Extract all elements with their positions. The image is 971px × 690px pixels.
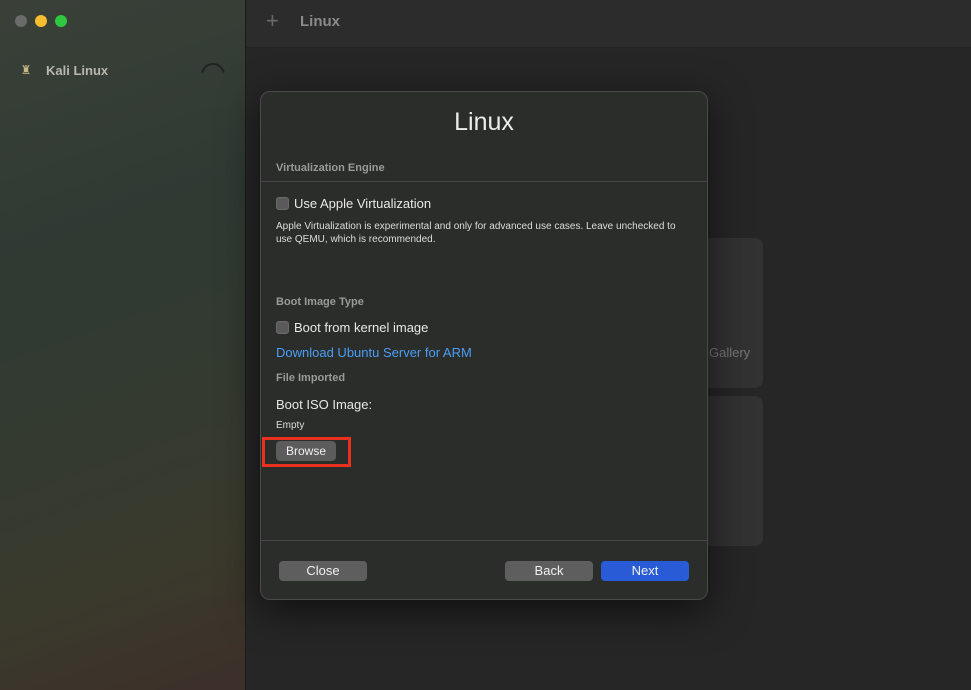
section-divider — [261, 181, 707, 182]
sidebar-item-label: Kali Linux — [46, 62, 109, 78]
virtualization-section-label: Virtualization Engine — [276, 162, 385, 174]
kernel-image-checkbox-row[interactable]: Boot from kernel image — [276, 320, 428, 335]
next-button[interactable]: Next — [601, 561, 689, 581]
sidebar-item-kali-linux[interactable]: ♜ Kali Linux — [18, 62, 109, 78]
boot-iso-title: Boot ISO Image: — [276, 397, 373, 412]
browse-button[interactable]: Browse — [276, 441, 336, 461]
boot-iso-value: Empty — [276, 420, 305, 431]
virtualization-help-text: Apple Virtualization is experimental and… — [276, 221, 676, 245]
kali-icon: ♜ — [20, 63, 32, 77]
apple-virtualization-checkbox[interactable] — [276, 197, 289, 210]
play-icon[interactable] — [201, 63, 225, 73]
minimize-window-button[interactable] — [35, 15, 47, 27]
close-window-button[interactable] — [15, 15, 27, 27]
apple-virtualization-label[interactable]: Use Apple Virtualization — [294, 196, 431, 211]
file-imported-section-label: File Imported — [276, 372, 346, 384]
toolbar-title: Linux — [300, 13, 340, 30]
dialog-title: Linux — [454, 108, 514, 136]
gallery-card — [700, 238, 763, 388]
boot-image-section-label: Boot Image Type — [276, 296, 364, 308]
footer-divider — [261, 540, 707, 541]
close-button[interactable]: Close — [279, 561, 367, 581]
apple-virtualization-checkbox-row[interactable]: Use Apple Virtualization — [276, 196, 431, 211]
kernel-image-checkbox[interactable] — [276, 321, 289, 334]
toolbar: + Linux — [246, 0, 971, 48]
back-button[interactable]: Back — [505, 561, 593, 581]
kernel-image-label[interactable]: Boot from kernel image — [294, 320, 428, 335]
gallery-card-label: Gallery — [709, 345, 751, 360]
window-controls — [15, 15, 67, 27]
new-vm-dialog: Linux Virtualization Engine Use Apple Vi… — [260, 91, 708, 600]
sidebar: ♜ Kali Linux — [0, 0, 246, 690]
zoom-window-button[interactable] — [55, 15, 67, 27]
background-card — [700, 396, 763, 546]
download-ubuntu-link[interactable]: Download Ubuntu Server for ARM — [276, 345, 472, 360]
plus-icon[interactable]: + — [266, 9, 279, 33]
